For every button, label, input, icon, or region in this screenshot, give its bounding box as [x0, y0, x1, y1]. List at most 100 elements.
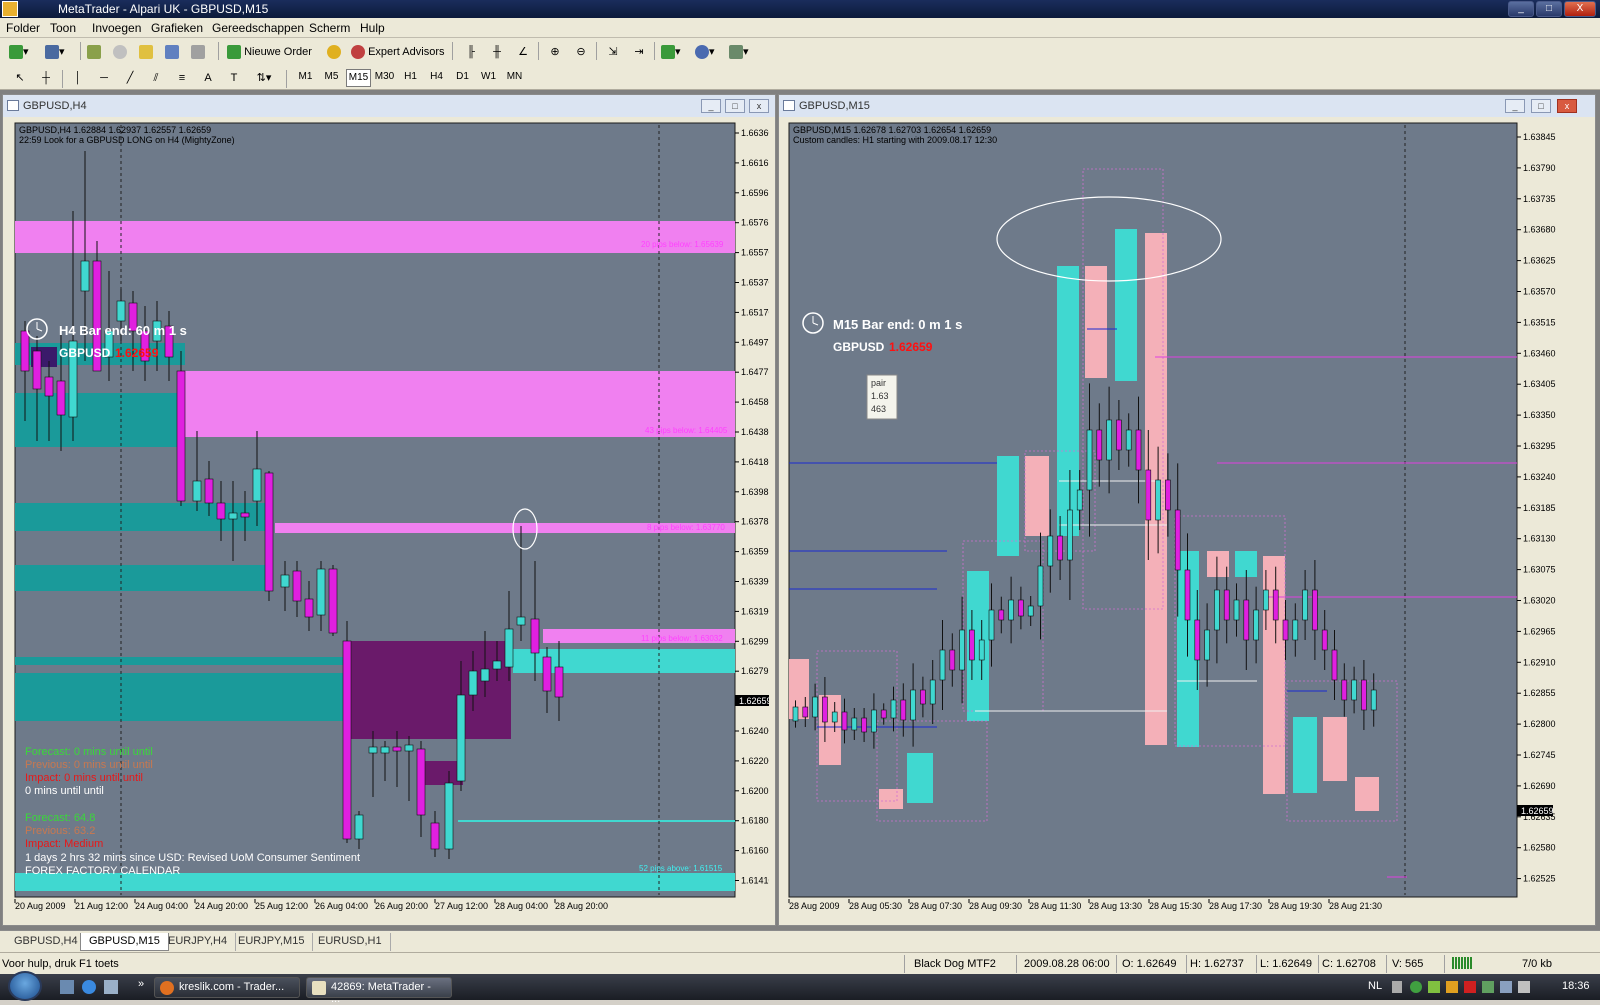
menu-invoegen[interactable]: Invoegen: [92, 21, 141, 35]
candle-body: [1125, 429, 1132, 451]
menu-folder[interactable]: Folder: [6, 21, 40, 35]
vertical-line-icon[interactable]: │: [68, 68, 88, 88]
tab-eurjpy-m15[interactable]: EURJPY,M15: [230, 933, 314, 951]
chart-m15-maximize[interactable]: □: [1531, 99, 1551, 113]
chart-m15-close[interactable]: x: [1557, 99, 1577, 113]
chart-m15-minimize[interactable]: _: [1505, 99, 1525, 113]
indicators-icon[interactable]: ▾: [660, 42, 688, 62]
switch-windows-icon[interactable]: [104, 980, 118, 994]
line-chart-icon[interactable]: ∠: [512, 42, 534, 62]
show-desktop-icon[interactable]: [60, 980, 74, 994]
tab-eurusd-h1[interactable]: EURUSD,H1: [310, 933, 391, 951]
crosshair-icon[interactable]: ┼: [36, 68, 56, 88]
timeframe-m30[interactable]: M30: [372, 69, 397, 87]
chart-h4-close[interactable]: x: [749, 99, 769, 113]
trendline-icon[interactable]: ╱: [120, 68, 140, 88]
market-watch-icon[interactable]: [86, 42, 108, 62]
menu-gereedschappen[interactable]: Gereedschappen: [212, 21, 304, 35]
price-tick-label: 1.62005: [741, 786, 769, 796]
menu-toon[interactable]: Toon: [50, 21, 76, 35]
candle-body: [1233, 599, 1240, 621]
tester-icon[interactable]: [190, 42, 212, 62]
quicklaunch-more-icon[interactable]: »: [138, 978, 144, 990]
autoscroll-icon[interactable]: ⇲: [602, 42, 624, 62]
tab-gbpusd-m15[interactable]: GBPUSD,M15: [80, 933, 169, 951]
network-icon[interactable]: [1500, 981, 1512, 993]
time-tick-label: 20 Aug 2009: [15, 901, 66, 911]
line-studies-toolbar: ↖ ┼ │ ─ ╱ ⫽ ≡ A T ⇅▾ M1 M5 M15 M30 H1 H4…: [0, 66, 1600, 90]
expert-advisors-button[interactable]: Expert Advisors: [350, 42, 446, 62]
new-chart-icon[interactable]: ▾: [8, 42, 38, 62]
channel-icon[interactable]: ⫽: [146, 68, 166, 88]
tray-icon-1[interactable]: [1392, 981, 1402, 993]
candle-body: [342, 640, 352, 840]
bar-chart-icon[interactable]: ╟: [460, 42, 482, 62]
data-window-icon[interactable]: [112, 42, 134, 62]
candle-body: [416, 748, 426, 816]
close-button[interactable]: X: [1564, 1, 1596, 17]
text-label-icon[interactable]: T: [224, 68, 244, 88]
timeframe-w1[interactable]: W1: [476, 69, 501, 87]
timeframe-m5[interactable]: M5: [319, 69, 344, 87]
volume-icon[interactable]: [1518, 981, 1530, 993]
time-tick-label: 21 Aug 12:00: [75, 901, 128, 911]
tab-eurjpy-h4[interactable]: EURJPY,H4: [160, 933, 237, 951]
timeframe-m15[interactable]: M15: [346, 69, 371, 87]
price-tick-label: 1.63190: [741, 606, 769, 616]
language-indicator[interactable]: NL: [1368, 980, 1382, 992]
alert-icon[interactable]: [326, 42, 346, 62]
new-order-button[interactable]: Nieuwe Order: [226, 42, 322, 62]
templates-icon[interactable]: ▾: [728, 42, 756, 62]
zoom-in-icon[interactable]: ⊕: [544, 42, 566, 62]
candle-body: [392, 746, 402, 752]
cursor-icon[interactable]: ↖: [10, 68, 30, 88]
menu-scherm[interactable]: Scherm: [309, 21, 350, 35]
candle-body: [468, 670, 478, 696]
chart-shift-icon[interactable]: ⇥: [628, 42, 650, 62]
chart-h4-canvas[interactable]: 1.66360 1.66165 1.65965 1.65765 1.65570 1.653…: [13, 121, 769, 921]
chart-h4-minimize[interactable]: _: [701, 99, 721, 113]
timeframe-mn[interactable]: MN: [502, 69, 527, 87]
time-tick-label: 28 Aug 13:30: [1089, 901, 1142, 911]
text-icon[interactable]: A: [198, 68, 218, 88]
maximize-button[interactable]: □: [1536, 1, 1562, 17]
tray-icon-4[interactable]: [1446, 981, 1458, 993]
fibonacci-icon[interactable]: ≡: [172, 68, 192, 88]
chart-m15-canvas[interactable]: 1.63845 1.63790 1.63735 1.63680 1.63625 1.635…: [787, 121, 1591, 921]
arrows-icon[interactable]: ⇅▾: [250, 68, 278, 88]
menu-hulp[interactable]: Hulp: [360, 21, 385, 35]
tray-icon-5[interactable]: [1464, 981, 1476, 993]
candle-body: [1321, 629, 1328, 651]
chart-window-h4-titlebar[interactable]: GBPUSD,H4 _ □ x: [3, 95, 775, 117]
start-button[interactable]: [8, 971, 42, 1001]
navigator-icon[interactable]: [138, 42, 160, 62]
profiles-icon[interactable]: ▾: [44, 42, 74, 62]
tray-icon-6[interactable]: [1482, 981, 1494, 993]
candle-chart-icon[interactable]: ╫: [486, 42, 508, 62]
timeframe-h4[interactable]: H4: [424, 69, 449, 87]
minimize-button[interactable]: _: [1508, 1, 1534, 17]
menu-grafieken[interactable]: Grafieken: [151, 21, 203, 35]
calendar-line: 0 mins until until: [25, 785, 104, 797]
chart-window-m15[interactable]: GBPUSD,M15 _ □ x 1.63845 1.63790 1.63735 1.…: [778, 94, 1596, 926]
chart-h4-maximize[interactable]: □: [725, 99, 745, 113]
tray-icon-3[interactable]: [1428, 981, 1440, 993]
taskbar-item-browser[interactable]: kreslik.com - Trader...: [154, 977, 300, 998]
periods-icon[interactable]: ▾: [694, 42, 722, 62]
status-high: H: 1.62737: [1190, 958, 1244, 970]
tray-icon-2[interactable]: [1410, 981, 1422, 993]
ie-icon[interactable]: [82, 980, 96, 994]
tab-gbpusd-h4[interactable]: GBPUSD,H4: [6, 933, 87, 951]
terminal-icon[interactable]: [164, 42, 186, 62]
horizontal-line-icon[interactable]: ─: [94, 68, 114, 88]
chart-window-m15-titlebar[interactable]: GBPUSD,M15 _ □ x: [779, 95, 1595, 117]
h4-zone-teal-4: [15, 565, 265, 591]
timeframe-d1[interactable]: D1: [450, 69, 475, 87]
zoom-out-icon[interactable]: ⊖: [570, 42, 592, 62]
taskbar-item-metatrader[interactable]: 42869: MetaTrader - ...: [306, 977, 452, 1005]
timeframe-m1[interactable]: M1: [293, 69, 318, 87]
chart-window-h4[interactable]: GBPUSD,H4 _ □ x 1.663601.661651.659651.6…: [2, 94, 776, 926]
candle-body: [1263, 589, 1269, 611]
clock[interactable]: 18:36: [1562, 980, 1590, 992]
timeframe-h1[interactable]: H1: [398, 69, 423, 87]
